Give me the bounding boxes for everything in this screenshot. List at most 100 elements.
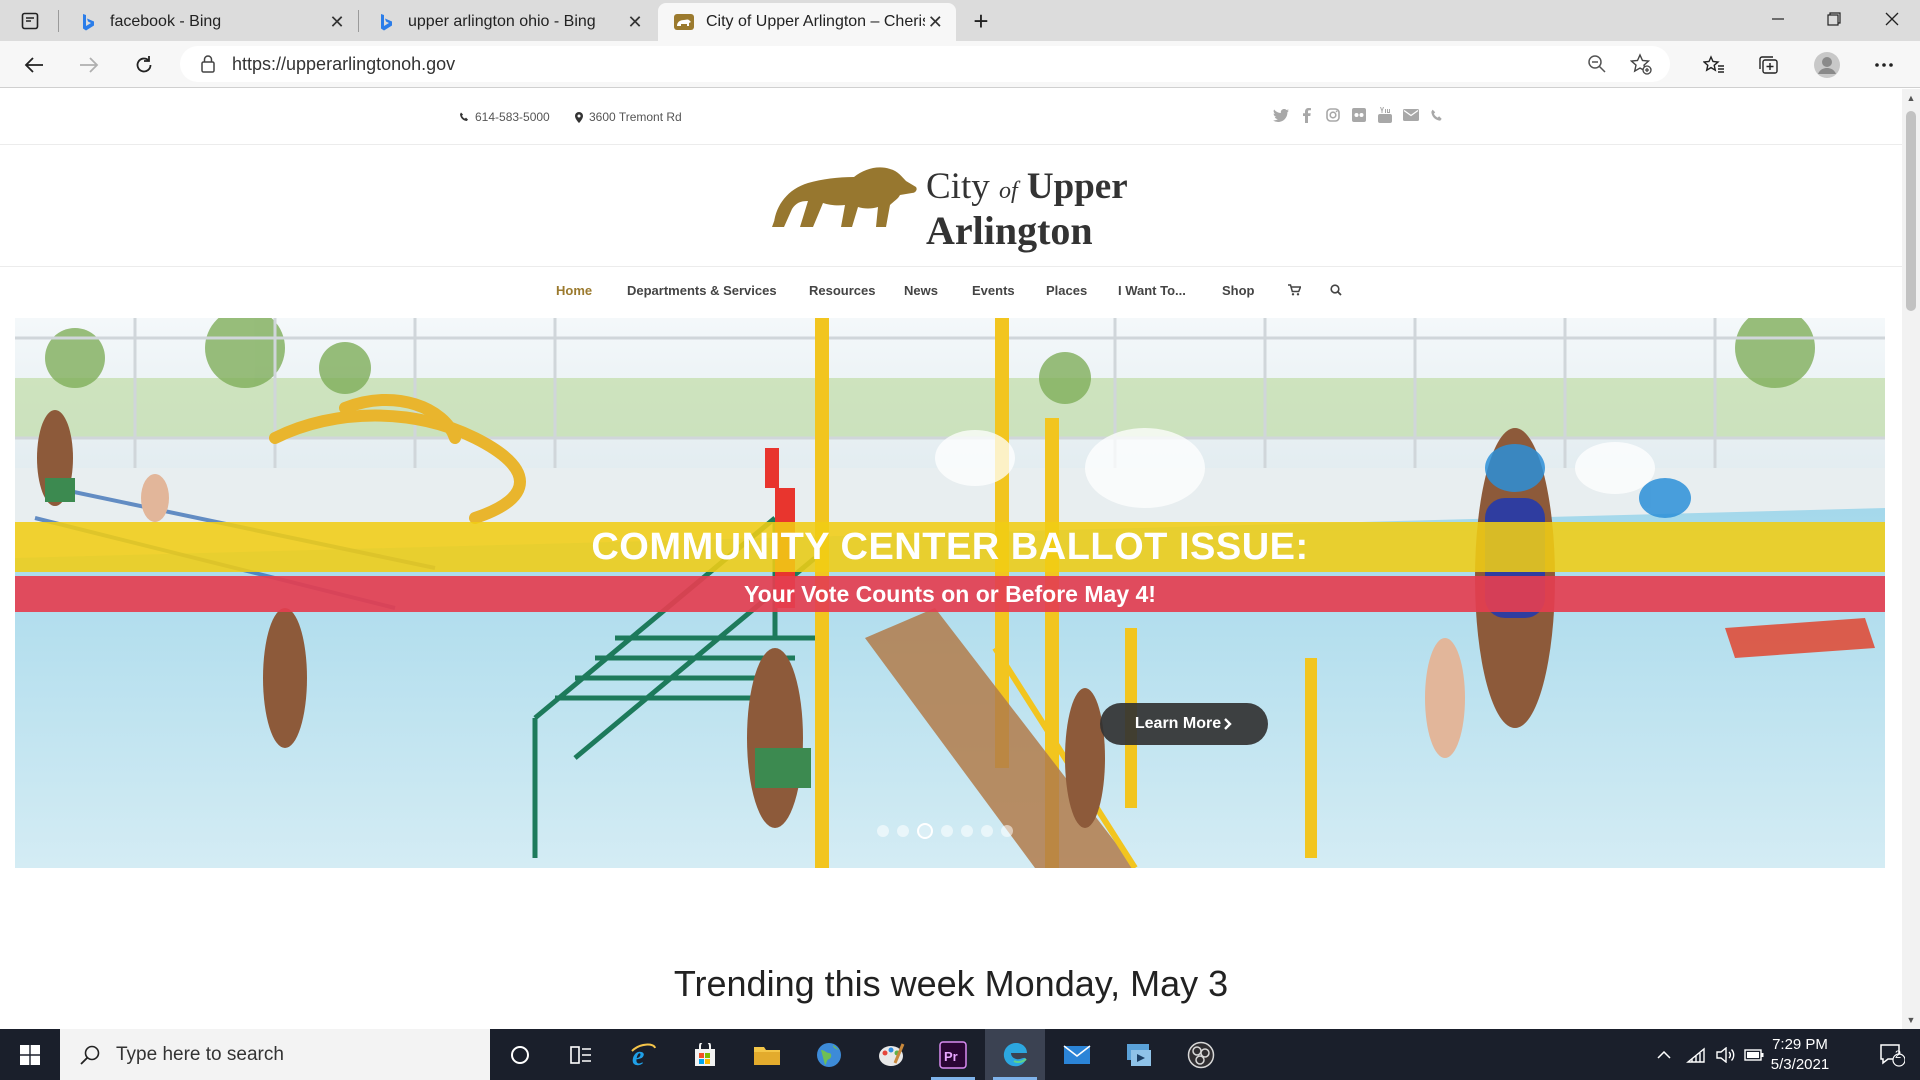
notification-count: 2 [1895,1049,1902,1061]
slider-dot[interactable] [897,825,909,837]
slider-pagination [877,823,1013,839]
phone-icon [459,112,469,122]
map-pin-icon [575,111,583,123]
page-scrollbar[interactable]: ▲ ▼ [1902,89,1920,1029]
hero-headline: COMMUNITY CENTER BALLOT ISSUE: [591,525,1309,568]
tab-title: facebook - Bing [110,13,222,30]
collections-icon[interactable] [1752,48,1786,82]
taskbar-search-box[interactable]: Type here to search [60,1029,490,1080]
learn-more-button[interactable]: Learn More [1100,703,1268,745]
nav-i-want-to[interactable]: I Want To... [1118,283,1186,298]
windows-start-icon[interactable] [0,1029,60,1080]
phone-icon[interactable] [1428,105,1445,125]
close-tab-icon[interactable]: ✕ [624,11,646,33]
cortana-icon[interactable] [490,1029,550,1080]
phone-contact[interactable]: 614-583-5000 [459,110,550,124]
slider-dot[interactable] [961,825,973,837]
nav-shop[interactable]: Shop [1222,283,1255,298]
search-icon [78,1043,102,1067]
tab-upper-arlington-bing[interactable]: upper arlington ohio - Bing ✕ [360,3,656,41]
email-icon[interactable] [1402,105,1419,125]
tab-title: upper arlington ohio - Bing [408,13,596,30]
tab-facebook-bing[interactable]: facebook - Bing ✕ [62,3,358,41]
city-logo[interactable]: City of Upper Arlington [770,159,1130,259]
taskbar-clock[interactable]: 7:29 PM 5/3/2021 [1758,1035,1842,1075]
flickr-icon[interactable] [1350,105,1367,125]
close-window-icon[interactable] [1864,0,1920,38]
tab-actions-icon[interactable] [14,8,46,34]
search-icon[interactable] [1327,281,1345,299]
add-favorite-icon[interactable] [1626,49,1656,79]
top-contact-bar: 614-583-5000 3600 Tremont Rd [0,89,1902,145]
cart-icon[interactable] [1285,281,1303,299]
slider-dot[interactable] [941,825,953,837]
bing-icon [78,12,98,32]
more-options-icon[interactable] [1867,48,1901,82]
show-hidden-icons-chevron-icon[interactable] [1652,1029,1676,1080]
instagram-icon[interactable] [1324,105,1341,125]
tab-city-of-upper-arlington[interactable]: City of Upper Arlington – Cheris ✕ [658,3,956,41]
premiere-pro-icon[interactable]: Pr [923,1029,983,1080]
zoom-icon[interactable] [1582,49,1612,79]
notification-center-icon[interactable]: 2 [1864,1029,1920,1080]
restore-window-icon[interactable] [1806,0,1862,38]
address-contact[interactable]: 3600 Tremont Rd [575,110,682,124]
phone-number[interactable]: 614-583-5000 [475,110,550,124]
close-tab-icon[interactable]: ✕ [925,11,946,33]
slider-dot[interactable] [981,825,993,837]
globe-app-icon[interactable] [799,1029,859,1080]
refresh-icon[interactable] [127,48,161,82]
profile-avatar-icon[interactable] [1810,48,1844,82]
file-explorer-icon[interactable] [737,1029,797,1080]
scroll-down-icon[interactable]: ▼ [1902,1011,1920,1029]
task-view-icon[interactable] [551,1029,611,1080]
back-arrow-icon[interactable] [17,48,51,82]
forward-arrow-icon[interactable] [72,48,106,82]
mail-icon[interactable] [1047,1029,1107,1080]
microsoft-store-icon[interactable] [675,1029,735,1080]
search-placeholder: Type here to search [116,1043,284,1065]
browser-toolbar: https://upperarlingtonoh.gov [0,41,1920,88]
logo-line-1: City of Upper [926,166,1128,207]
nav-departments-services[interactable]: Departments & Services [627,283,777,298]
windows-taskbar: Type here to search e Pr 7:29 PM 5/3/202… [0,1029,1920,1080]
network-icon[interactable] [1682,1029,1710,1080]
nav-events[interactable]: Events [972,283,1015,298]
address-bar[interactable]: https://upperarlingtonoh.gov [180,46,1670,82]
volume-icon[interactable] [1712,1029,1740,1080]
favorites-icon[interactable] [1697,48,1731,82]
hero-slider[interactable]: COMMUNITY CENTER BALLOT ISSUE: Your Vote… [15,318,1885,868]
slider-dot[interactable] [1001,825,1013,837]
paint-app-icon[interactable] [861,1029,921,1080]
tab-title: City of Upper Arlington – Cheris [706,13,925,30]
slider-dot-active[interactable] [917,823,933,839]
nav-home[interactable]: Home [556,283,592,298]
tab-separator [358,10,359,32]
bear-favicon-icon [674,12,694,32]
logo-line-2: Arlington [926,208,1093,253]
twitter-icon[interactable] [1272,105,1289,125]
bear-logo-icon [772,167,917,227]
minimize-window-icon[interactable] [1750,0,1806,38]
ballot-issue-banner: COMMUNITY CENTER BALLOT ISSUE: [15,522,1885,572]
new-tab-button[interactable]: + [966,6,996,36]
nav-resources[interactable]: Resources [809,283,875,298]
youtube-icon[interactable] [1376,105,1393,125]
obs-studio-icon[interactable] [1171,1029,1231,1080]
nav-news[interactable]: News [904,283,938,298]
scrollbar-thumb[interactable] [1906,111,1916,311]
nav-places[interactable]: Places [1046,283,1087,298]
media-app-icon[interactable] [1109,1029,1169,1080]
tab-separator [58,10,59,32]
microsoft-edge-icon[interactable] [985,1029,1045,1080]
street-address[interactable]: 3600 Tremont Rd [589,110,682,124]
facebook-icon[interactable] [1298,105,1315,125]
vote-banner: Your Vote Counts on or Before May 4! [15,576,1885,612]
scroll-up-icon[interactable]: ▲ [1902,89,1920,107]
close-tab-icon[interactable]: ✕ [326,11,348,33]
lock-icon[interactable] [198,54,218,74]
slider-dot[interactable] [877,825,889,837]
learn-more-label: Learn More [1134,715,1222,732]
url-text[interactable]: https://upperarlingtonoh.gov [232,54,1582,75]
internet-explorer-icon[interactable]: e [613,1029,673,1080]
